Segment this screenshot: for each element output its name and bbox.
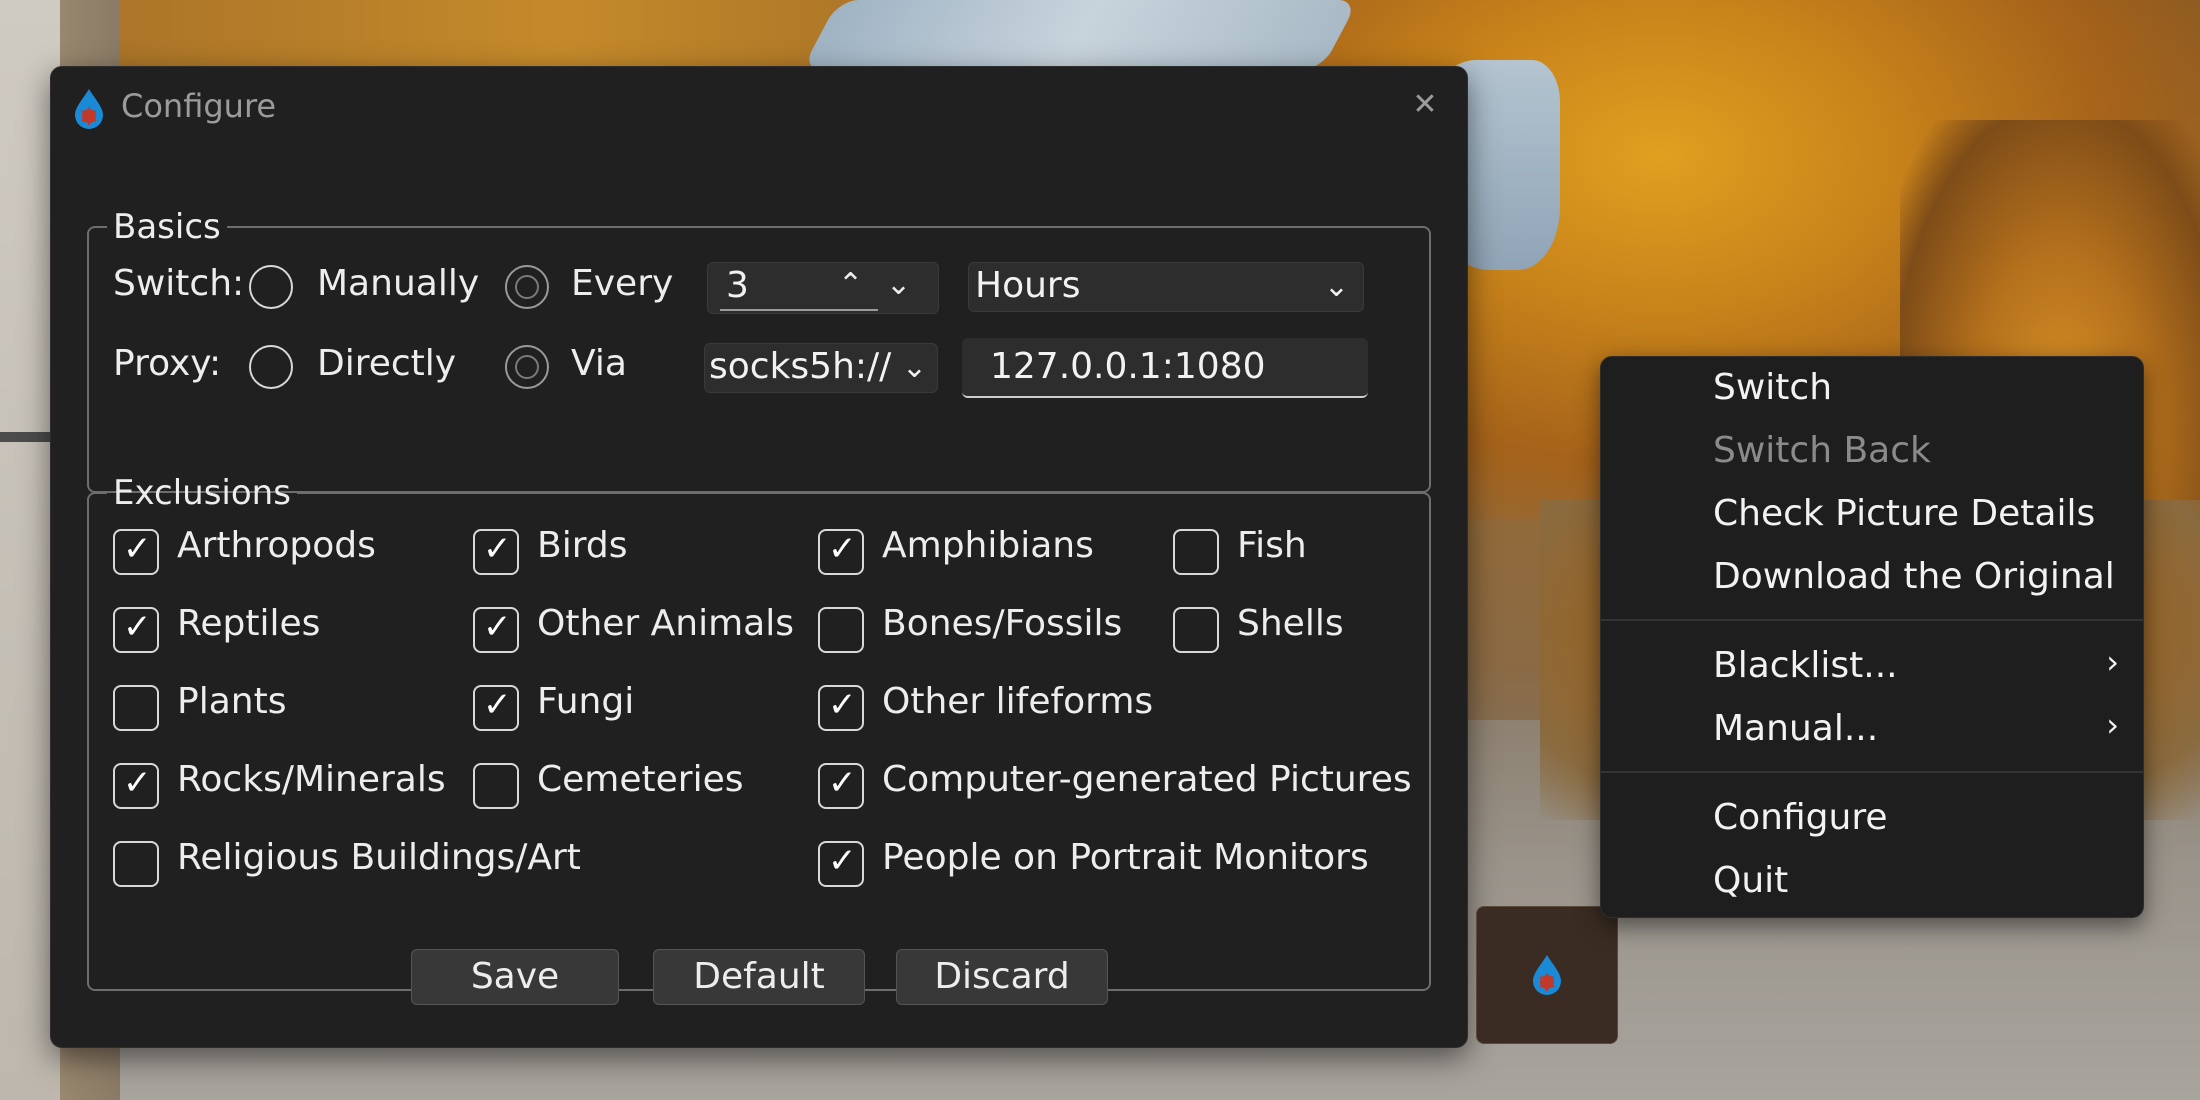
proxy-scheme-value: socks5h:// (709, 346, 892, 387)
proxy-via-radio[interactable] (505, 345, 549, 389)
checkbox-label-amphibians[interactable]: Amphibians (882, 525, 1094, 566)
spinbox-underline (720, 309, 878, 311)
checkbox-label-fish[interactable]: Fish (1237, 525, 1307, 566)
configure-dialog: Configure ✕ Basics Switch: Manually Ever… (50, 66, 1468, 1048)
menu-item-switch[interactable]: Switch (1713, 367, 1832, 408)
tray-context-menu: Switch Switch Back Check Picture Details… (1600, 356, 2144, 918)
menu-item-blacklist[interactable]: Blacklist... (1713, 645, 1898, 686)
checkbox-label-other-animals[interactable]: Other Animals (537, 603, 794, 644)
proxy-directly-label[interactable]: Directly (317, 343, 456, 384)
checkbox-label-shells[interactable]: Shells (1237, 603, 1344, 644)
checkbox-label-religious-buildings-art[interactable]: Religious Buildings/Art (177, 837, 581, 878)
menu-item-download-original[interactable]: Download the Original (1713, 556, 2115, 597)
chevron-right-icon: › (2106, 643, 2119, 681)
menu-item-configure[interactable]: Configure (1713, 797, 1887, 838)
proxy-via-label[interactable]: Via (571, 343, 627, 384)
checkbox-label-computer-generated-pictures[interactable]: Computer-generated Pictures (882, 759, 1412, 800)
menu-item-check-picture-details[interactable]: Check Picture Details (1713, 493, 2095, 534)
water-drop-icon (1533, 955, 1561, 995)
checkbox-religious-buildings-art[interactable] (113, 841, 159, 887)
checkbox-label-birds[interactable]: Birds (537, 525, 627, 566)
proxy-scheme-select[interactable]: socks5h:// ⌄ (704, 343, 938, 393)
checkbox-amphibians[interactable] (818, 529, 864, 575)
discard-button[interactable]: Discard (896, 949, 1108, 1005)
chevron-down-icon[interactable]: ⌄ (886, 267, 911, 302)
checkbox-label-fungi[interactable]: Fungi (537, 681, 634, 722)
checkbox-label-people-on-portrait-monitors[interactable]: People on Portrait Monitors (882, 837, 1369, 878)
proxy-address-input[interactable]: 127.0.0.1:1080 (962, 338, 1368, 398)
menu-item-switch-back: Switch Back (1713, 430, 1931, 471)
menu-item-quit[interactable]: Quit (1713, 860, 1788, 901)
checkbox-cemeteries[interactable] (473, 763, 519, 809)
switch-manually-radio[interactable] (249, 265, 293, 309)
chevron-down-icon: ⌄ (901, 350, 927, 385)
checkbox-shells[interactable] (1173, 607, 1219, 653)
menu-separator (1601, 771, 2143, 773)
interval-unit-value: Hours (975, 265, 1081, 306)
default-button[interactable]: Default (653, 949, 865, 1005)
chevron-right-icon: › (2106, 706, 2119, 744)
checkbox-label-plants[interactable]: Plants (177, 681, 286, 722)
checkbox-plants[interactable] (113, 685, 159, 731)
switch-every-radio[interactable] (505, 265, 549, 309)
switch-label: Switch: (113, 263, 245, 304)
checkbox-other-lifeforms[interactable] (818, 685, 864, 731)
checkbox-label-reptiles[interactable]: Reptiles (177, 603, 320, 644)
menu-item-manual[interactable]: Manual... (1713, 708, 1878, 749)
basics-legend: Basics (113, 207, 221, 247)
checkbox-rocks-minerals[interactable] (113, 763, 159, 809)
proxy-directly-radio[interactable] (249, 345, 293, 389)
checkbox-label-bones-fossils[interactable]: Bones/Fossils (882, 603, 1122, 644)
checkbox-label-other-lifeforms[interactable]: Other lifeforms (882, 681, 1153, 722)
switch-every-label[interactable]: Every (571, 263, 673, 304)
title-bar[interactable]: Configure ✕ (51, 67, 1467, 149)
checkbox-arthropods[interactable] (113, 529, 159, 575)
switch-manually-label[interactable]: Manually (317, 263, 479, 304)
checkbox-label-cemeteries[interactable]: Cemeteries (537, 759, 743, 800)
chevron-down-icon: ⌄ (1323, 269, 1349, 304)
checkbox-reptiles[interactable] (113, 607, 159, 653)
water-drop-icon (75, 89, 103, 129)
proxy-label: Proxy: (113, 343, 222, 384)
checkbox-bones-fossils[interactable] (818, 607, 864, 653)
interval-spinbox[interactable]: 3 ⌃ ⌄ (707, 262, 939, 314)
save-button[interactable]: Save (411, 949, 619, 1005)
checkbox-people-on-portrait-monitors[interactable] (818, 841, 864, 887)
chevron-up-icon[interactable]: ⌃ (838, 267, 863, 302)
proxy-address-value[interactable]: 127.0.0.1:1080 (990, 346, 1266, 387)
checkbox-fish[interactable] (1173, 529, 1219, 575)
checkbox-label-arthropods[interactable]: Arthropods (177, 525, 376, 566)
exclusions-legend: Exclusions (113, 473, 291, 513)
checkbox-birds[interactable] (473, 529, 519, 575)
close-icon[interactable]: ✕ (1405, 85, 1445, 125)
menu-separator (1601, 619, 2143, 621)
checkbox-fungi[interactable] (473, 685, 519, 731)
window-title: Configure (121, 87, 277, 125)
interval-unit-select[interactable]: Hours ⌄ (968, 262, 1364, 312)
interval-value[interactable]: 3 (726, 265, 749, 306)
checkbox-computer-generated-pictures[interactable] (818, 763, 864, 809)
tray-icon-button[interactable] (1476, 906, 1618, 1044)
checkbox-label-rocks-minerals[interactable]: Rocks/Minerals (177, 759, 446, 800)
checkbox-other-animals[interactable] (473, 607, 519, 653)
